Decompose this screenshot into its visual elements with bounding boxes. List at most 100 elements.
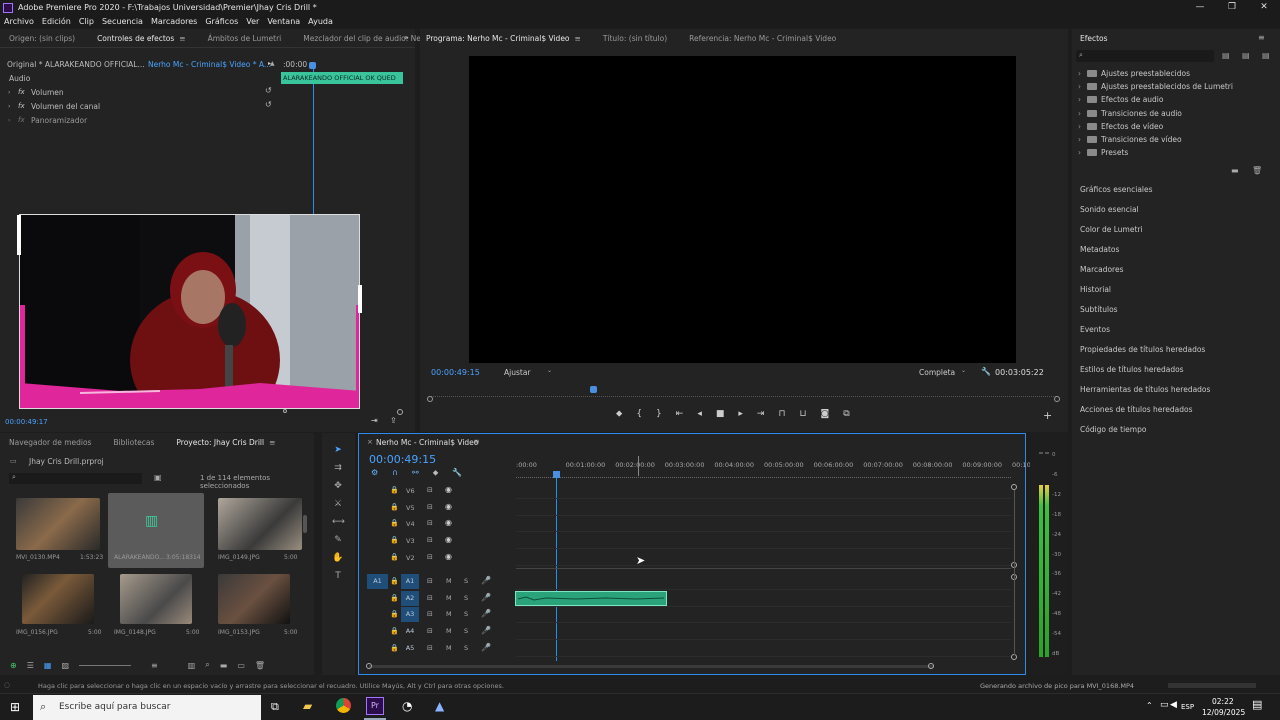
reset-channel-volume-icon[interactable]: ↺	[265, 100, 272, 109]
track-lane[interactable]	[516, 533, 1011, 550]
solo-button[interactable]: S	[464, 644, 468, 652]
track-lane[interactable]	[516, 516, 1011, 533]
effects-folder-audio-transitions[interactable]: › Transiciones de audio	[1078, 109, 1182, 118]
nest-icon[interactable]: ⚙	[371, 468, 378, 478]
delete-icon[interactable]: 🗑	[1252, 166, 1262, 175]
effect-volume[interactable]: Volumen	[31, 88, 64, 97]
program-playhead[interactable]	[590, 386, 597, 393]
snap-icon[interactable]: ∩	[392, 468, 398, 478]
file-explorer-icon[interactable]: ▰	[303, 699, 312, 713]
eye-icon[interactable]: ◉	[445, 502, 452, 511]
stop-icon[interactable]: ■	[716, 409, 725, 419]
automate-sequence-icon[interactable]: ▥	[188, 661, 196, 670]
track-lane[interactable]	[516, 591, 1011, 607]
frame-handle-left[interactable]	[17, 215, 21, 255]
media-app-icon[interactable]: ▲	[435, 699, 444, 713]
tab-source[interactable]: Origen: (sin clips)	[9, 34, 75, 43]
step-forward-icon[interactable]: ▸	[738, 409, 743, 419]
video-preview-frame[interactable]	[19, 214, 360, 409]
new-item-icon[interactable]: ▭	[237, 661, 245, 670]
program-viewer[interactable]	[469, 56, 1016, 363]
track-lock-icon[interactable]: 🔒	[390, 594, 399, 602]
compare-view-icon[interactable]: ⧉	[843, 409, 849, 419]
track-lock-icon[interactable]: 🔒	[390, 610, 399, 618]
effects-folder-presets[interactable]: › Presets	[1078, 148, 1128, 157]
track-lock-icon[interactable]: 🔒	[390, 536, 399, 544]
track-label[interactable]: A3	[401, 607, 419, 623]
sync-lock-icon[interactable]: ⊟	[427, 536, 433, 544]
export-frame-icon[interactable]: ◙	[821, 409, 830, 419]
go-to-in-icon[interactable]: ⇤	[676, 409, 684, 419]
timeline-hscroll-end[interactable]	[928, 663, 934, 669]
volume-icon[interactable]: ◀	[1170, 700, 1177, 710]
mark-in-icon[interactable]: {	[636, 409, 642, 419]
fx-volume-icon[interactable]: fx	[18, 88, 25, 96]
panel-captions[interactable]: Subtítulos	[1080, 305, 1118, 314]
menu-edicion[interactable]: Edición	[42, 17, 71, 26]
track-lock-icon[interactable]: 🔒	[390, 577, 399, 585]
tab-program[interactable]: Programa: Nerho Mc - Criminal$ Video ≡	[426, 34, 581, 43]
mute-button[interactable]: M	[446, 594, 452, 602]
project-scrollbar[interactable]	[303, 515, 307, 533]
effects-search-input[interactable]	[1076, 50, 1214, 62]
hand-tool-icon[interactable]: ✋	[332, 553, 344, 565]
track-label[interactable]: A1	[401, 574, 419, 589]
notifications-icon[interactable]: ▤	[1252, 698, 1262, 711]
track-select-tool-icon[interactable]: ⇉	[332, 463, 344, 475]
sync-lock-icon[interactable]: ⊟	[427, 594, 433, 602]
menu-ventana[interactable]: Ventana	[267, 17, 300, 26]
slip-tool-icon[interactable]: ⟷	[332, 517, 345, 529]
microphone-icon[interactable]: 🎤	[481, 643, 491, 652]
mute-button[interactable]: M	[446, 577, 452, 585]
timeline-hscroll-start[interactable]	[366, 663, 372, 669]
ruler-playhead[interactable]	[553, 471, 560, 478]
eye-icon[interactable]: ◉	[445, 485, 452, 494]
eye-icon[interactable]: ◉	[445, 535, 452, 544]
tray-chevron-icon[interactable]: ⌃	[1146, 701, 1153, 710]
sort-icon[interactable]: ≡	[151, 661, 158, 670]
menu-graficos[interactable]: Gráficos	[205, 17, 238, 26]
quality-select[interactable]: Completa	[919, 368, 955, 377]
project-item-thumbnail[interactable]	[120, 574, 192, 624]
taskbar-search-box[interactable]: ⌕ Escribe aquí para buscar	[33, 695, 261, 720]
sync-lock-icon[interactable]: ⊟	[427, 486, 433, 494]
language-indicator[interactable]: ESP	[1181, 703, 1194, 711]
menu-clip[interactable]: Clip	[79, 17, 94, 26]
new-search-bin-icon[interactable]: ▣	[154, 473, 162, 482]
premiere-taskbar-icon[interactable]: Pr	[366, 697, 384, 715]
timeline-settings-icon[interactable]: 🔧	[452, 468, 462, 478]
yuv-effects-icon[interactable]: ▤	[1262, 51, 1270, 60]
clock-app-icon[interactable]: ◔	[402, 699, 412, 713]
track-lane[interactable]	[516, 607, 1011, 624]
ec-zoom-handle[interactable]	[397, 409, 403, 415]
video-track-header[interactable]: 🔒 V6 ⊟ ◉	[359, 483, 1014, 499]
track-lock-icon[interactable]: 🔒	[390, 644, 399, 652]
tab-effect-controls[interactable]: Controles de efectos ≡	[97, 34, 186, 43]
reset-volume-icon[interactable]: ↺	[265, 86, 272, 95]
solo-button[interactable]: S	[464, 577, 468, 585]
effects-panel-menu-icon[interactable]: ≡	[1258, 33, 1265, 42]
task-view-icon[interactable]: ⧉	[271, 700, 279, 714]
sync-lock-icon[interactable]: ⊟	[427, 644, 433, 652]
fx-channel-volume-icon[interactable]: fx	[18, 102, 25, 110]
track-label[interactable]: V3	[406, 537, 415, 545]
panel-timecode[interactable]: Código de tiempo	[1080, 425, 1146, 434]
32bit-effects-icon[interactable]: ▤	[1242, 51, 1250, 60]
filter-icon[interactable]: ⇥	[371, 416, 378, 425]
solo-button[interactable]: S	[464, 627, 468, 635]
ec-scrollbar[interactable]	[283, 409, 287, 413]
program-scroll-end[interactable]	[1054, 396, 1060, 402]
tab-media-browser[interactable]: Navegador de medios	[9, 438, 91, 447]
step-back-icon[interactable]: ◂	[697, 409, 702, 419]
minimize-button[interactable]: —	[1184, 0, 1216, 15]
tab-libraries[interactable]: Bibliotecas	[113, 438, 154, 447]
sync-lock-icon[interactable]: ⊟	[427, 519, 433, 527]
sync-lock-icon[interactable]: ⊟	[427, 610, 433, 618]
lift-icon[interactable]: ⊓	[778, 409, 785, 419]
zoom-slider[interactable]	[79, 664, 131, 666]
maximize-button[interactable]: ❐	[1216, 0, 1248, 15]
audio-track-header[interactable]: 🔒 A5 ⊟ M S 🎤	[359, 641, 1014, 657]
track-label[interactable]: A4	[401, 624, 419, 639]
audio-track-header[interactable]: 🔒 A4 ⊟ M S 🎤	[359, 624, 1014, 641]
project-item-thumbnail[interactable]	[22, 574, 94, 624]
